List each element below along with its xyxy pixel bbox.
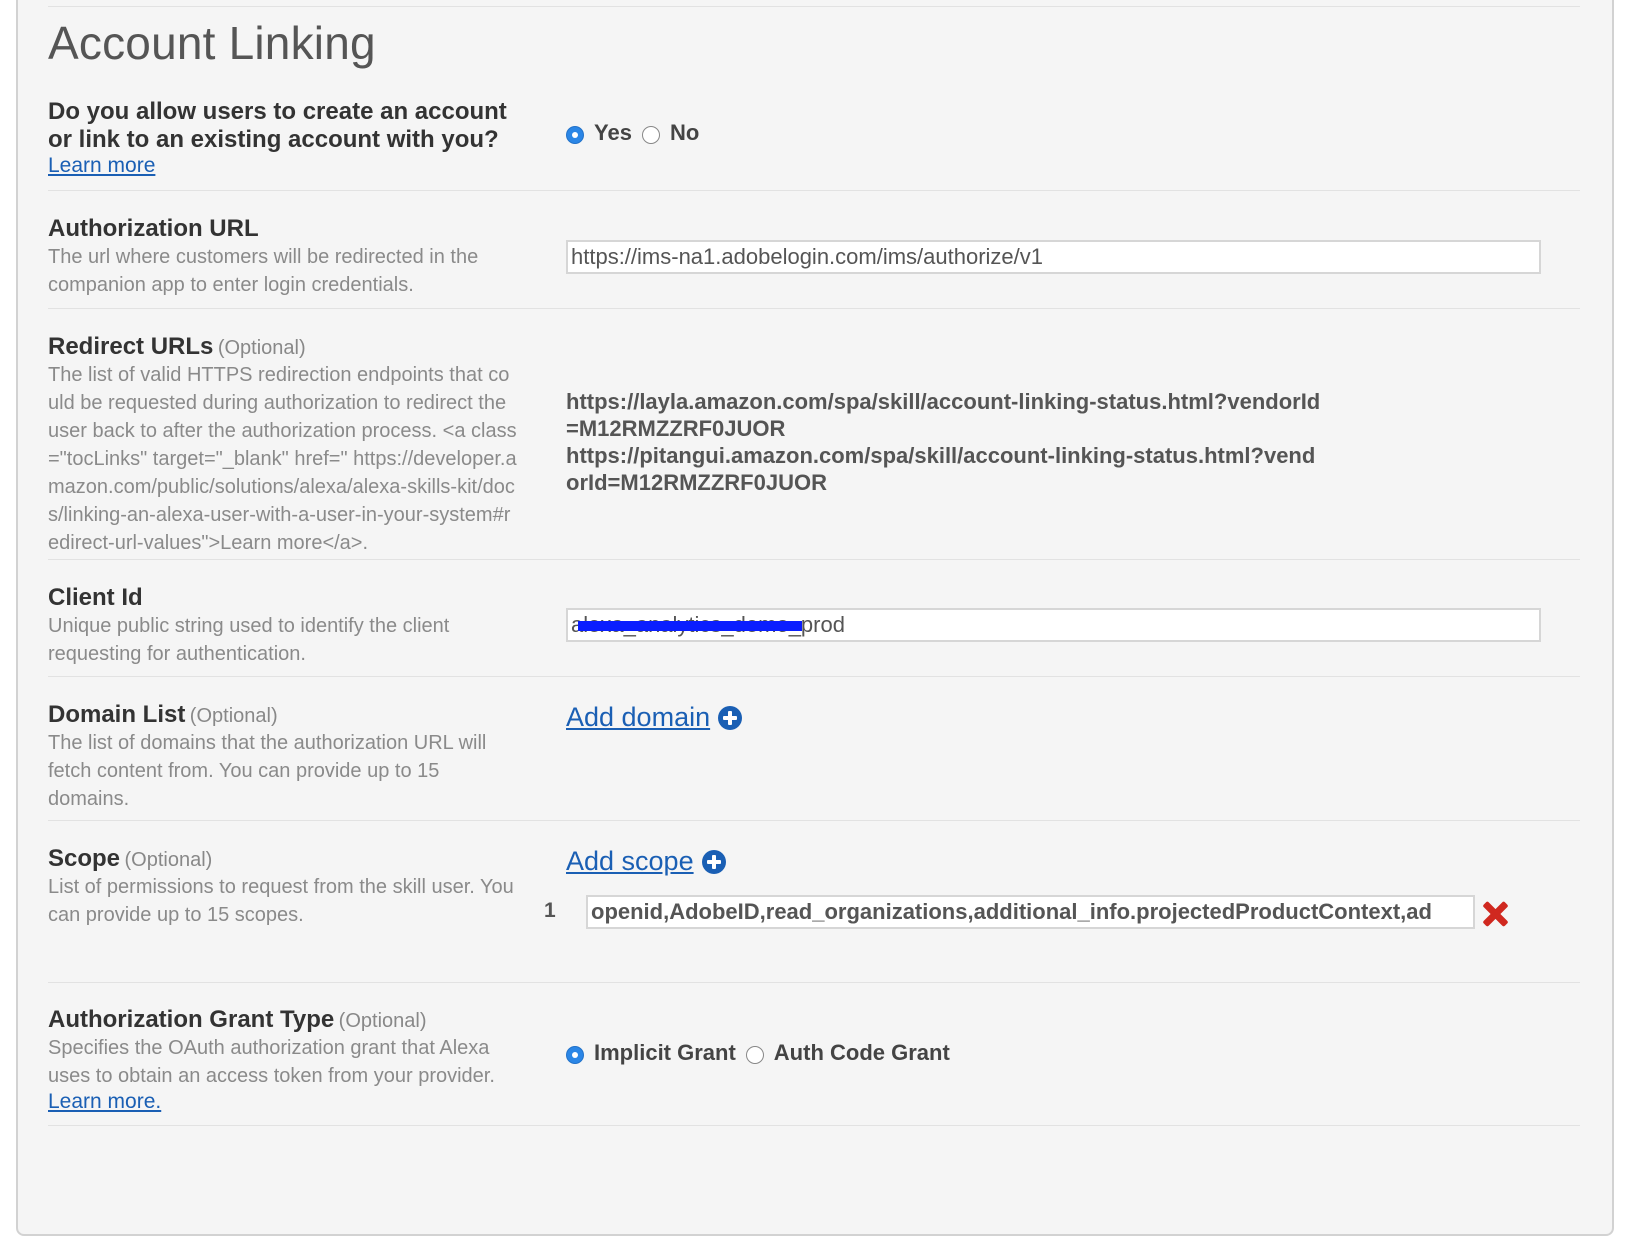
redirect-url-item: https://pitangui.amazon.com/spa/skill/ac… (566, 443, 1316, 495)
scope-index: 1 (544, 899, 556, 922)
implicit-grant-radio[interactable] (566, 1046, 584, 1064)
client-id-label: Client Id (48, 584, 143, 611)
yes-radio[interactable] (566, 126, 584, 144)
optional-tag: (Optional) (124, 849, 213, 871)
yes-radio-label[interactable]: Yes (594, 120, 632, 146)
domain-list-description: The list of domains that the authorizati… (48, 732, 487, 810)
account-linking-question: Do you allow users to create an account … (48, 98, 507, 153)
learn-more-link[interactable]: Learn more. (48, 1090, 161, 1113)
learn-more-link[interactable]: Learn more (48, 154, 155, 177)
account-linking-row: Do you allow users to create an account … (48, 98, 1580, 191)
optional-tag: (Optional) (217, 337, 306, 359)
grant-type-radio-group: Implicit Grant Auth Code Grant (566, 1040, 960, 1066)
implicit-grant-label[interactable]: Implicit Grant (594, 1040, 736, 1066)
add-scope-link[interactable]: Add scope (566, 846, 694, 877)
divider (48, 6, 1580, 7)
auth-code-grant-label[interactable]: Auth Code Grant (774, 1040, 950, 1066)
scope-label: Scope (48, 845, 121, 872)
add-domain-button[interactable]: Add domain (566, 702, 743, 733)
plus-circle-icon[interactable] (718, 705, 743, 730)
add-scope-button[interactable]: Add scope (566, 846, 726, 877)
delete-scope-icon[interactable] (1482, 901, 1508, 927)
authorization-url-input[interactable] (566, 240, 1541, 274)
optional-tag: (Optional) (189, 705, 278, 727)
redirect-urls-label: Redirect URLs (48, 333, 214, 360)
authorization-url-description: The url where customers will be redirect… (48, 246, 479, 296)
authorization-url-row: Authorization URL The url where customer… (48, 215, 1580, 309)
plus-circle-icon[interactable] (701, 849, 726, 874)
client-id-description: Unique public string used to identify th… (48, 615, 450, 665)
authorization-url-label: Authorization URL (48, 215, 259, 242)
domain-list-row: Domain List (Optional) The list of domai… (48, 701, 1580, 821)
auth-code-grant-radio[interactable] (745, 1046, 764, 1064)
add-domain-link[interactable]: Add domain (566, 702, 710, 733)
no-radio-label[interactable]: No (670, 120, 699, 146)
grant-type-description: Specifies the OAuth authorization grant … (48, 1037, 495, 1087)
client-id-row: Client Id Unique public string used to i… (48, 584, 1580, 677)
grant-type-label: Authorization Grant Type (48, 1006, 335, 1033)
scope-description: List of permissions to request from the … (48, 876, 514, 926)
redirect-urls-row: Redirect URLs (Optional) The list of val… (48, 333, 1580, 560)
no-radio[interactable] (641, 126, 660, 144)
grant-type-row: Authorization Grant Type (Optional) Spec… (48, 1006, 1580, 1126)
redirect-url-list: https://layla.amazon.com/spa/skill/accou… (566, 388, 1326, 496)
account-linking-radio-group: Yes No (566, 120, 709, 146)
redaction-mark (578, 621, 802, 631)
page-title: Account Linking (48, 17, 376, 69)
redirect-url-item: https://layla.amazon.com/spa/skill/accou… (566, 389, 1321, 441)
scope-input[interactable] (586, 895, 1475, 929)
scope-row: Scope (Optional) List of permissions to … (48, 845, 1580, 983)
optional-tag: (Optional) (338, 1010, 427, 1032)
domain-list-label: Domain List (48, 701, 186, 728)
redirect-urls-description: The list of valid HTTPS redirection endp… (48, 364, 517, 554)
